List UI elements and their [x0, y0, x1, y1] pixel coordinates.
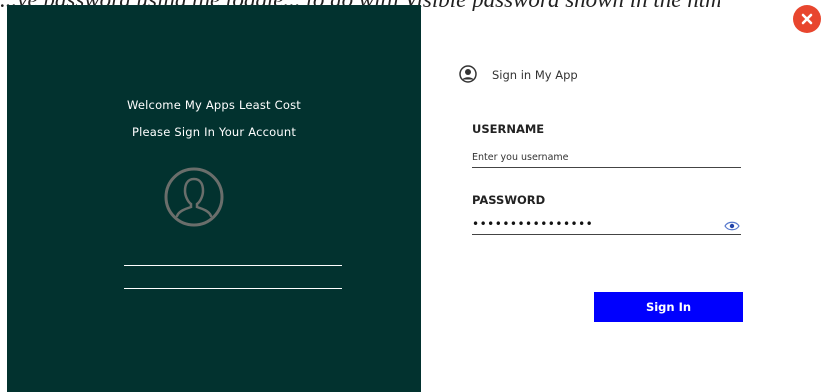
- password-input[interactable]: [472, 214, 741, 235]
- welcome-panel: Welcome My Apps Least Cost Please Sign I…: [7, 5, 421, 392]
- form-title: Sign in My App: [492, 68, 578, 82]
- eye-icon[interactable]: [724, 220, 740, 232]
- welcome-subheading: Please Sign In Your Account: [131, 125, 297, 139]
- password-label: PASSWORD: [472, 193, 546, 207]
- divider-line-bottom: [124, 288, 342, 289]
- close-icon: [801, 13, 813, 25]
- close-button[interactable]: [793, 5, 821, 33]
- username-input[interactable]: [472, 147, 741, 168]
- user-avatar-icon: [164, 167, 224, 227]
- divider-line-top: [124, 265, 342, 266]
- username-label: USERNAME: [472, 122, 545, 136]
- sign-in-button[interactable]: Sign In: [594, 292, 743, 322]
- user-circle-icon: [459, 65, 477, 83]
- welcome-heading: Welcome My Apps Least Cost: [126, 98, 301, 112]
